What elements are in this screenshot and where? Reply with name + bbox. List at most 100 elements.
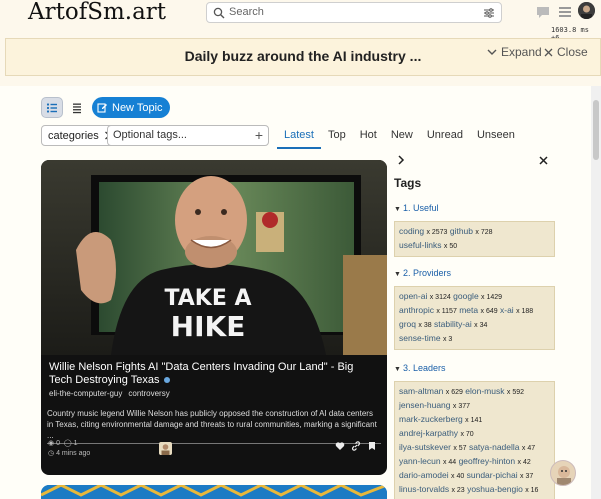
close-banner-button[interactable]: Close [544,45,588,59]
tags-section-label: 2. Providers [402,268,451,278]
tag-link[interactable]: meta [459,305,478,315]
tag-count: x 649 [480,308,498,315]
next-topic-card[interactable] [41,485,387,499]
plus-icon[interactable]: + [255,127,263,143]
tags-filter-input[interactable]: Optional tags... + [107,125,269,146]
tag-link[interactable]: yann-lecun [399,456,441,466]
search-icon [213,7,225,19]
ai-bot-avatar[interactable] [550,460,576,486]
tab-unread[interactable]: Unread [420,125,470,149]
shirt-text-line-2: HIKE [171,310,246,343]
tag-link[interactable]: elon-musk [465,386,504,396]
next-topic-thumbnail-image [41,485,387,499]
caret-down-icon: ▼ [394,366,401,373]
tab-top[interactable]: Top [321,125,353,149]
search-input[interactable]: Search [229,6,264,18]
tag-link[interactable]: ilya-sutskever [399,442,451,452]
search-options-icon[interactable] [483,7,495,19]
tab-hot[interactable]: Hot [353,125,384,149]
reply-count: 1 [73,440,78,447]
tag-link[interactable]: andrej-karpathy [399,428,458,438]
topic-title[interactable]: Willie Nelson Fights AI "Data Centers In… [49,361,379,387]
tag-link[interactable]: geoffrey-hinton [459,456,516,466]
tags-panel-title: Tags [394,176,422,190]
tag-count: x 23 [451,487,465,494]
caret-down-icon: ▼ [394,206,401,213]
tags-line: coding x 2573 github x 728 [399,225,550,239]
tag-count: x 34 [474,322,488,329]
tag-count: x 16 [525,487,539,494]
announcement-banner: Daily buzz around the AI industry ... Ex… [5,38,601,76]
topic-tag[interactable]: eli-the-computer-guy [49,389,122,398]
search-box[interactable]: Search [206,2,502,23]
tag-link[interactable]: dario-amodei [399,470,449,480]
menu-icon[interactable] [557,4,573,20]
tags-panel-close-button[interactable] [539,154,548,168]
topic-tag[interactable]: controversy [128,389,169,398]
close-icon [539,156,548,165]
tag-link[interactable]: sundar-pichai [467,470,518,480]
tags-section-header[interactable]: ▼ 2. Providers [394,268,451,278]
tag-link[interactable]: yoshua-bengio [467,484,523,494]
tags-section-box: open-ai x 3124 google x 1429 anthropic x… [394,286,555,350]
tags-line: jensen-huang x 377 [399,399,550,413]
edit-icon [97,103,107,113]
tag-link[interactable]: jensen-huang [399,400,451,410]
expand-button[interactable]: Expand [487,45,542,59]
tags-line: dario-amodei x 40 sundar-pichai x 37 [399,469,550,483]
tag-link[interactable]: satya-nadella [469,442,520,452]
compact-view-button[interactable] [66,97,88,118]
tag-count: x 629 [445,389,463,396]
tag-link[interactable]: groq [399,319,416,329]
tag-link[interactable]: google [453,291,479,301]
tag-count: x 1429 [481,294,503,301]
tags-section-header[interactable]: ▼ 1. Useful [394,203,438,213]
tag-link[interactable]: stability-ai [434,319,472,329]
tab-latest[interactable]: Latest [277,125,321,149]
caret-down-icon: ▼ [394,271,401,278]
topic-title-text[interactable]: Willie Nelson Fights AI "Data Centers In… [49,361,353,386]
close-label: Close [557,45,588,59]
tag-count: x 3 [442,336,453,343]
expand-label: Expand [501,45,542,59]
tag-link[interactable]: github [450,226,473,236]
tag-count: x 40 [451,473,465,480]
topic-actions [335,441,377,451]
tags-line: sam-altman x 629 elon-musk x 592 [399,385,550,399]
view-count: 0 [56,440,60,447]
replies-icon: ◯ [63,440,72,447]
tags-section-header[interactable]: ▼ 3. Leaders [394,363,445,373]
bookmark-icon[interactable] [367,441,377,451]
topic-thumbnail-image[interactable]: TAKE A HIKE [41,160,387,355]
scrollbar-thumb[interactable] [593,100,599,160]
heart-icon[interactable] [335,441,345,451]
close-icon [544,48,553,56]
site-logo[interactable]: ArtofSm.art [28,0,166,25]
tags-panel-expand-button[interactable] [397,154,405,168]
link-icon[interactable] [351,441,361,451]
tag-link[interactable]: linus-torvalds [399,484,449,494]
poster-avatar[interactable] [159,442,172,455]
tag-count: x 70 [460,431,474,438]
tag-link[interactable]: coding [399,226,424,236]
tab-new[interactable]: New [384,125,420,149]
tag-link[interactable]: mark-zuckerberg [399,414,463,424]
tag-link[interactable]: sam-altman [399,386,443,396]
tags-line: ilya-sutskever x 57 satya-nadella x 47 [399,441,550,455]
tag-link[interactable]: open-ai [399,291,427,301]
topic-excerpt[interactable]: Country music legend Willie Nelson has p… [47,408,381,444]
new-topic-button[interactable]: New Topic [92,97,170,118]
card-view-button[interactable] [41,97,63,118]
tag-link[interactable]: sense-time [399,333,441,343]
user-avatar[interactable] [578,2,595,19]
tag-link[interactable]: useful-links [399,240,442,250]
tag-count: x 38 [418,322,432,329]
tag-link[interactable]: anthropic [399,305,434,315]
topic-meta: ◉ 0 ◯ 1 ◷ 4 mins ago [48,439,90,459]
chat-icon[interactable] [535,4,551,20]
new-topic-label: New Topic [112,101,163,114]
tag-link[interactable]: x-ai [500,305,514,315]
tags-placeholder: Optional tags... [113,129,187,141]
tab-unseen[interactable]: Unseen [470,125,522,149]
topic-card[interactable]: TAKE A HIKE Willie Nelson Fights AI "Dat… [41,160,387,475]
